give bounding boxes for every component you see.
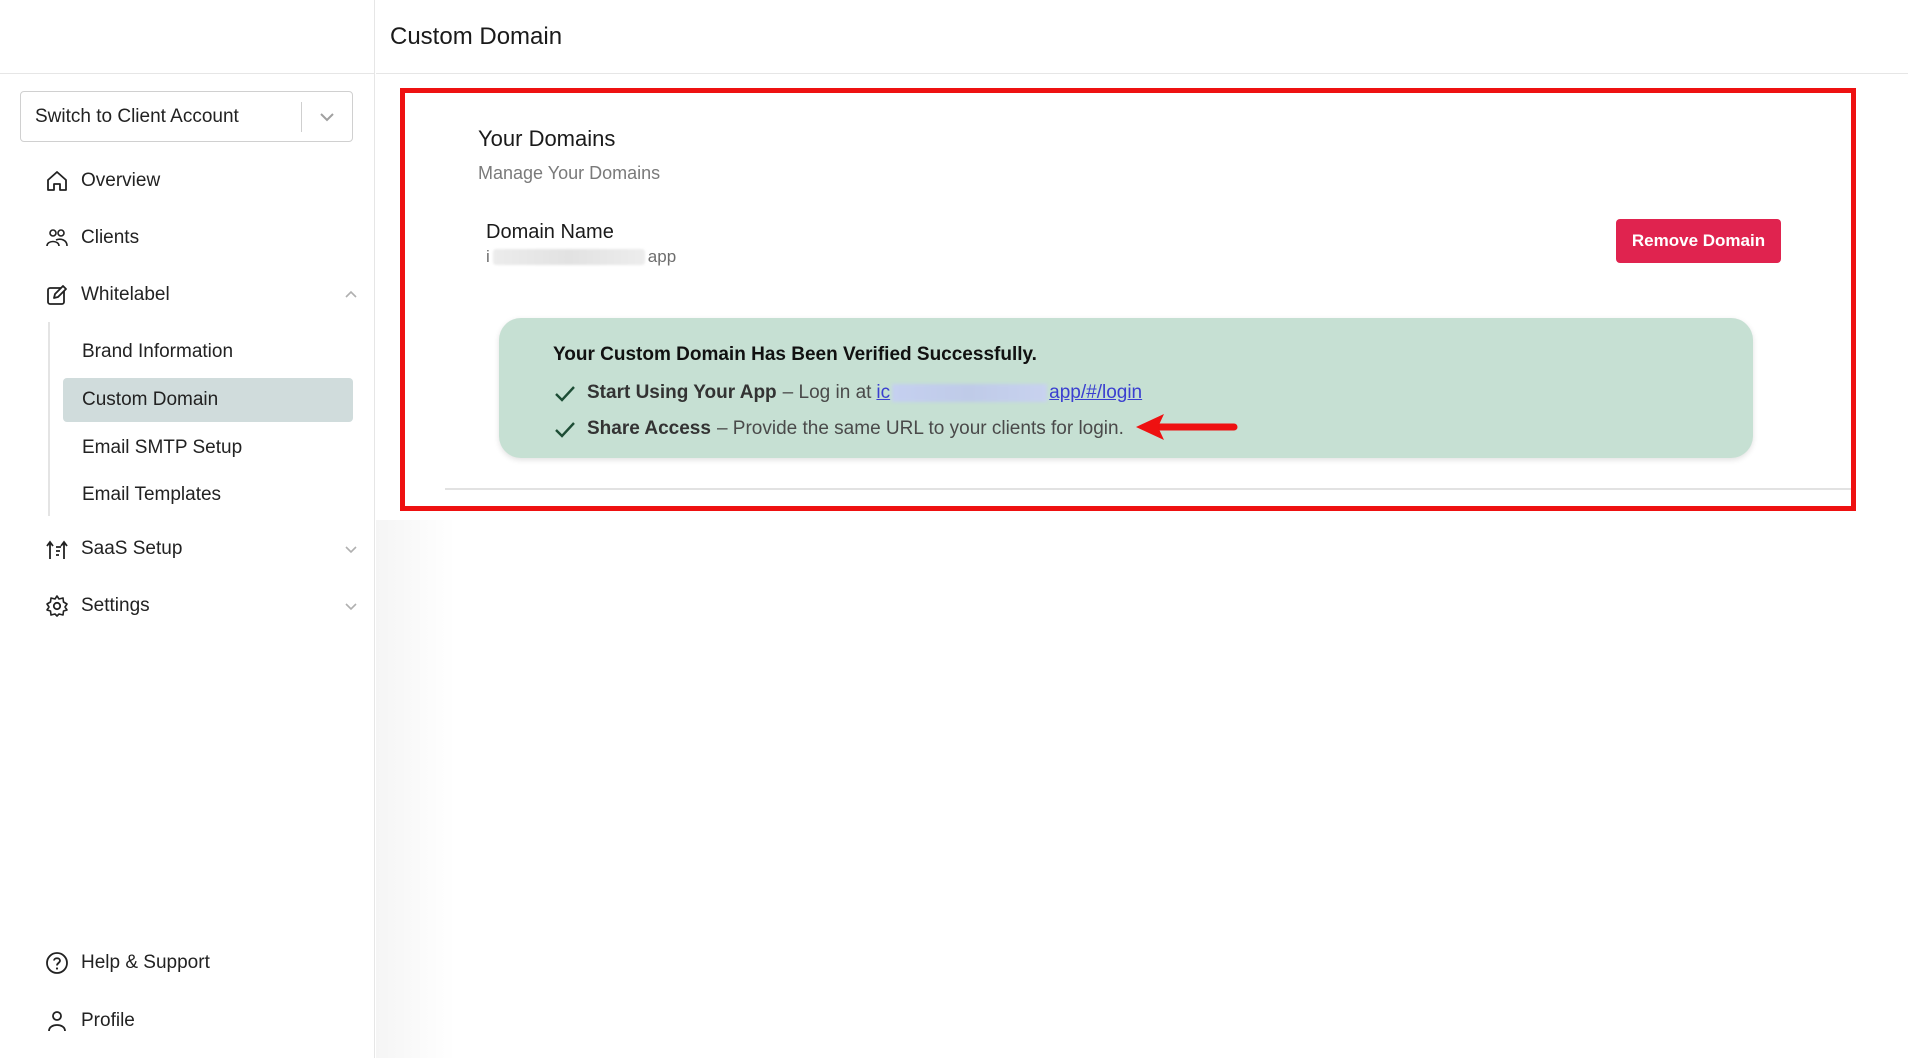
sidebar: Switch to Client Account Overview Client… xyxy=(0,0,375,1058)
sidebar-item-label: Whitelabel xyxy=(81,284,170,305)
sidebar-item-label: Clients xyxy=(81,227,140,248)
home-icon xyxy=(45,169,69,193)
page-header: Custom Domain xyxy=(376,0,1908,74)
sidebar-item-saas-setup[interactable]: SaaS Setup xyxy=(45,534,357,564)
gear-icon xyxy=(45,594,69,618)
sidebar-item-custom-domain[interactable]: Custom Domain xyxy=(63,378,353,422)
redacted-text xyxy=(892,384,1048,402)
sidebar-item-label: Overview xyxy=(81,170,161,191)
sidebar-item-label: Help & Support xyxy=(81,952,210,973)
page-title: Custom Domain xyxy=(390,22,563,50)
annotation-arrow-icon xyxy=(1136,414,1238,440)
sidebar-item-profile[interactable]: Profile xyxy=(45,1006,135,1036)
user-icon xyxy=(45,1009,69,1033)
success-line-start-app: Start Using Your App – Log in at ic app/… xyxy=(553,381,1142,405)
domains-section-subtitle: Manage Your Domains xyxy=(478,163,661,183)
content-shadow xyxy=(376,520,456,1058)
sidebar-item-label: Email Templates xyxy=(82,484,222,505)
login-url-link[interactable]: ic app/#/login xyxy=(876,382,1142,404)
verification-success-alert: Your Custom Domain Has Been Verified Suc… xyxy=(499,318,1753,458)
card-divider xyxy=(445,488,1851,490)
help-icon xyxy=(45,951,69,975)
start-app-heading: Start Using Your App xyxy=(587,382,777,403)
chevron-down-icon[interactable] xyxy=(343,598,359,614)
sidebar-item-whitelabel[interactable]: Whitelabel xyxy=(45,280,357,310)
submenu-guide-line xyxy=(48,322,50,516)
domain-prefix: i xyxy=(486,247,490,266)
sidebar-item-label: Email SMTP Setup xyxy=(82,437,243,458)
chevron-down-icon[interactable] xyxy=(302,108,352,126)
login-url-suffix: app/#/login xyxy=(1049,382,1143,403)
saas-icon xyxy=(45,537,69,561)
client-account-switcher-label: Switch to Client Account xyxy=(35,105,239,127)
users-icon xyxy=(45,226,69,250)
sidebar-item-label: Settings xyxy=(81,595,150,616)
check-icon xyxy=(555,422,575,438)
sidebar-item-clients[interactable]: Clients xyxy=(45,223,139,253)
domains-section-title: Your Domains xyxy=(478,126,616,151)
sidebar-item-email-templates[interactable]: Email Templates xyxy=(63,473,353,517)
share-access-heading: Share Access xyxy=(587,418,711,439)
redacted-text xyxy=(492,249,645,265)
sidebar-item-settings[interactable]: Settings xyxy=(45,591,357,621)
start-app-text: – Log in at xyxy=(782,382,872,403)
edit-icon xyxy=(45,283,69,307)
domain-name-label: Domain Name xyxy=(486,221,614,243)
sidebar-item-label: SaaS Setup xyxy=(81,538,183,559)
sidebar-header xyxy=(0,0,374,74)
domain-name-value: i app xyxy=(486,247,676,267)
chevron-down-icon[interactable] xyxy=(343,541,359,557)
sidebar-item-label: Brand Information xyxy=(82,341,234,362)
sidebar-item-label: Custom Domain xyxy=(82,389,219,410)
sidebar-item-email-smtp-setup[interactable]: Email SMTP Setup xyxy=(63,426,353,470)
remove-domain-button[interactable]: Remove Domain xyxy=(1616,219,1781,263)
share-access-text: – Provide the same URL to your clients f… xyxy=(716,418,1124,439)
chevron-up-icon[interactable] xyxy=(343,287,359,303)
client-account-switcher[interactable]: Switch to Client Account xyxy=(20,91,353,142)
success-line-share-access: Share Access – Provide the same URL to y… xyxy=(553,417,1124,441)
check-icon xyxy=(555,386,575,402)
success-title: Your Custom Domain Has Been Verified Suc… xyxy=(553,344,1037,365)
sidebar-item-overview[interactable]: Overview xyxy=(45,166,160,196)
domain-suffix: app xyxy=(647,247,677,266)
sidebar-item-brand-information[interactable]: Brand Information xyxy=(63,330,353,374)
login-url-prefix: ic xyxy=(876,382,891,403)
sidebar-item-label: Profile xyxy=(81,1010,135,1031)
sidebar-item-help-support[interactable]: Help & Support xyxy=(45,948,210,978)
